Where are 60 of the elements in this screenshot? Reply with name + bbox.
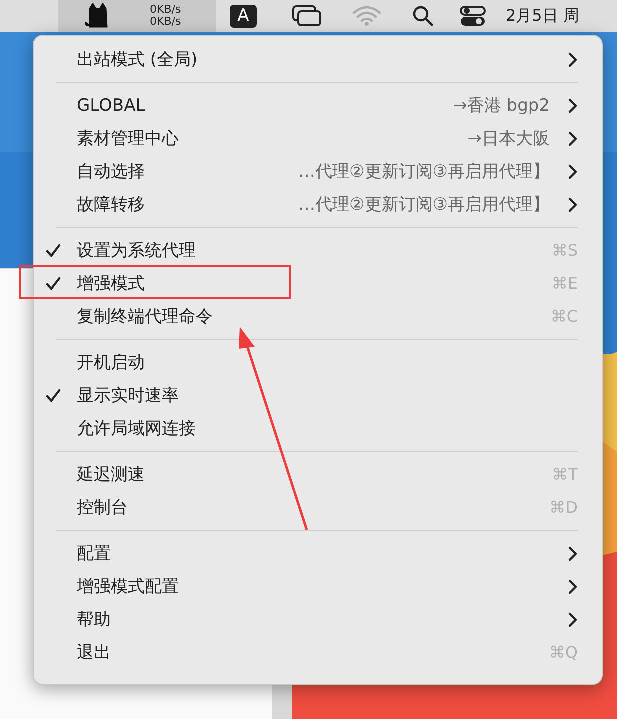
menu-item[interactable]: 延迟测速 ⌘T xyxy=(34,458,602,491)
shortcut-label: ⌘T xyxy=(552,465,578,484)
menu-item[interactable]: 故障转移 …代理②更新订阅③再启用代理】 xyxy=(34,188,602,221)
menu-item[interactable]: 退出 ⌘Q xyxy=(34,636,602,669)
menu-item-detail: →日本大阪 xyxy=(468,128,550,150)
menu-item[interactable]: 开机启动 xyxy=(34,346,602,379)
shortcut-label: ⌘Q xyxy=(549,643,578,662)
chevron-icon xyxy=(568,52,578,68)
menu-item[interactable]: 增强模式配置 xyxy=(34,570,602,603)
menu-item-label: 增强模式配置 xyxy=(77,576,179,598)
menu-item[interactable]: 复制终端代理命令 ⌘C xyxy=(34,300,602,333)
shortcut-label: ⌘C xyxy=(550,307,578,326)
menu-item[interactable]: 自动选择 …代理②更新订阅③再启用代理】 xyxy=(34,155,602,188)
menu-item-label: 控制台 xyxy=(77,497,128,519)
menu-item-label: GLOBAL xyxy=(77,96,146,116)
control-center-icon[interactable] xyxy=(460,5,486,27)
menu-item[interactable]: 设置为系统代理 ⌘S xyxy=(34,234,602,267)
menu-item-label: 出站模式 (全局) xyxy=(77,49,198,71)
menu-item[interactable]: 控制台 ⌘D xyxy=(34,491,602,524)
menu-item-label: 素材管理中心 xyxy=(77,128,179,150)
shortcut-label: ⌘D xyxy=(550,498,578,517)
menu-item-label: 开机启动 xyxy=(77,352,145,374)
input-method-button[interactable]: A xyxy=(230,4,257,28)
chevron-icon xyxy=(568,164,578,180)
menu-item-label: 增强模式 xyxy=(77,273,145,295)
upload-speed: 0KB/s xyxy=(150,4,182,16)
menu-item-label: 帮助 xyxy=(77,609,111,631)
menu-item-detail: →香港 bgp2 xyxy=(453,95,550,117)
menu-item[interactable]: 显示实时速率 xyxy=(34,379,602,412)
chevron-icon xyxy=(568,578,578,594)
menu-item-detail: …代理②更新订阅③再启用代理】 xyxy=(298,161,550,183)
menu-item-label: 故障转移 xyxy=(77,194,145,216)
menu-item-detail: …代理②更新订阅③再启用代理】 xyxy=(298,194,550,216)
chevron-icon xyxy=(568,546,578,562)
chevron-icon xyxy=(568,98,578,114)
menu-item[interactable]: GLOBAL →香港 bgp2 xyxy=(34,89,602,122)
menu-item-label: 复制终端代理命令 xyxy=(77,306,213,328)
menu-item[interactable]: 允许局域网连接 xyxy=(34,412,602,445)
clock-text[interactable]: 2月5日 周 xyxy=(506,6,580,26)
menu-item-label: 显示实时速率 xyxy=(77,385,179,407)
menu-item[interactable]: 增强模式 ⌘E xyxy=(34,267,602,300)
menu-item-label: 退出 xyxy=(77,642,111,664)
menu-item[interactable]: 配置 xyxy=(34,537,602,570)
menu-item-label: 设置为系统代理 xyxy=(77,240,196,262)
menu-item[interactable]: 素材管理中心 →日本大阪 xyxy=(34,122,602,155)
chevron-icon xyxy=(568,612,578,628)
shortcut-label: ⌘S xyxy=(552,241,578,260)
menu-item-label: 延迟测速 xyxy=(77,464,145,486)
chevron-icon xyxy=(568,130,578,146)
windows-icon[interactable] xyxy=(292,5,322,27)
menu-item[interactable]: 出站模式 (全局) xyxy=(34,43,602,76)
status-item[interactable]: 0KB/s 0KB/s xyxy=(58,0,216,32)
search-icon[interactable] xyxy=(412,5,434,27)
download-speed: 0KB/s xyxy=(150,16,182,28)
menu-item-label: 配置 xyxy=(77,543,111,565)
chevron-icon xyxy=(568,196,578,212)
menu-item-label: 允许局域网连接 xyxy=(77,418,196,440)
menu-item[interactable]: 帮助 xyxy=(34,603,602,636)
menu-item-label: 自动选择 xyxy=(77,161,145,183)
shortcut-label: ⌘E xyxy=(552,274,578,293)
